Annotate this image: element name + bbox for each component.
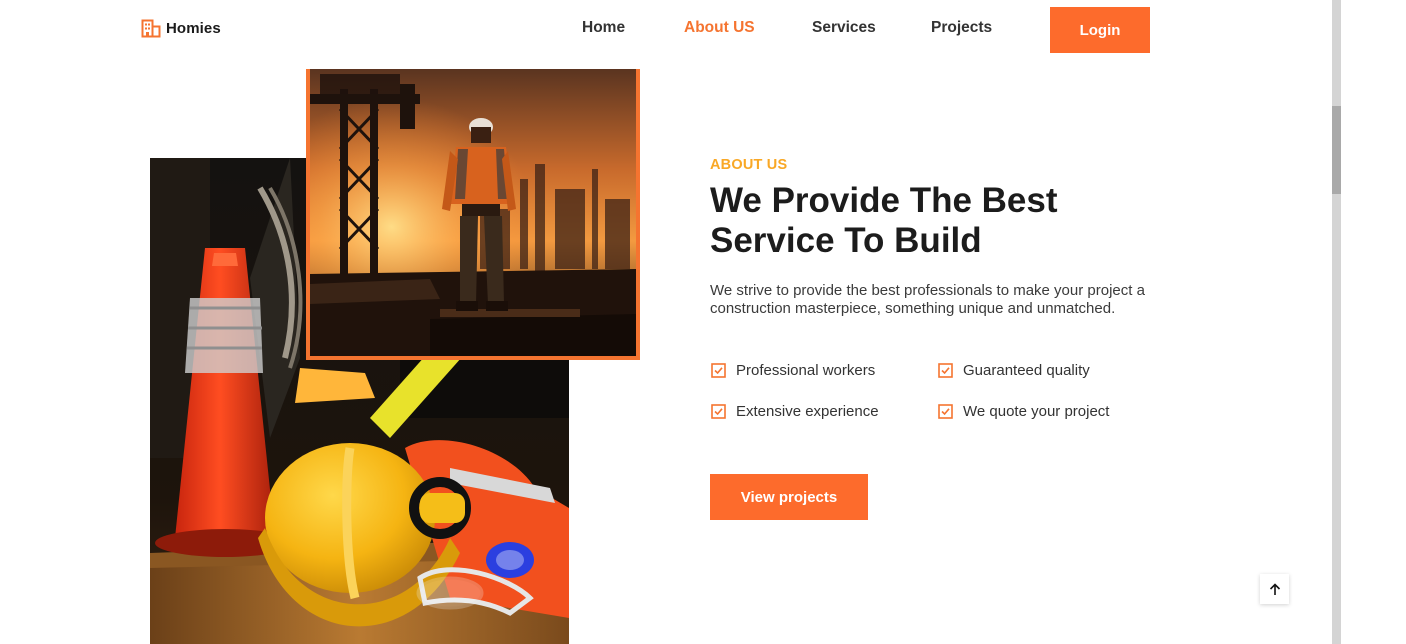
feature-item: Extensive experience xyxy=(711,403,879,420)
checkbox-checked-icon xyxy=(938,363,953,378)
feature-item: Guaranteed quality xyxy=(938,362,1090,379)
feature-label: We quote your project xyxy=(963,403,1110,420)
worker-sunset-image xyxy=(306,69,640,360)
nav-home[interactable]: Home xyxy=(582,19,625,37)
feature-item: We quote your project xyxy=(938,403,1109,420)
section-eyebrow: ABOUT US xyxy=(710,157,788,173)
arrow-up-icon xyxy=(1269,582,1280,595)
checkbox-checked-icon xyxy=(711,404,726,419)
nav-projects[interactable]: Projects xyxy=(931,19,992,37)
checkbox-checked-icon xyxy=(938,404,953,419)
feature-label: Guaranteed quality xyxy=(963,362,1090,379)
checkbox-checked-icon xyxy=(711,363,726,378)
view-projects-button[interactable]: View projects xyxy=(710,474,868,520)
nav-about-us[interactable]: About US xyxy=(684,19,755,37)
feature-label: Extensive experience xyxy=(736,403,879,420)
headline-line-2: Service To Build xyxy=(710,221,982,260)
section-description: We strive to provide the best profession… xyxy=(710,282,1145,317)
login-button[interactable]: Login xyxy=(1050,7,1150,53)
page-scrollbar[interactable] xyxy=(1332,0,1341,644)
back-to-top-button[interactable] xyxy=(1260,574,1289,604)
window-gutter xyxy=(1341,0,1406,644)
scrollbar-thumb[interactable] xyxy=(1332,106,1341,194)
headline-line-1: We Provide The Best xyxy=(710,181,1058,220)
section-headline: We Provide The Best Service To Build xyxy=(710,181,1130,261)
feature-label: Professional workers xyxy=(736,362,876,379)
page: Homies Home About US Services Projects L… xyxy=(0,0,1332,644)
nav-services[interactable]: Services xyxy=(812,19,876,37)
feature-item: Professional workers xyxy=(711,362,875,379)
